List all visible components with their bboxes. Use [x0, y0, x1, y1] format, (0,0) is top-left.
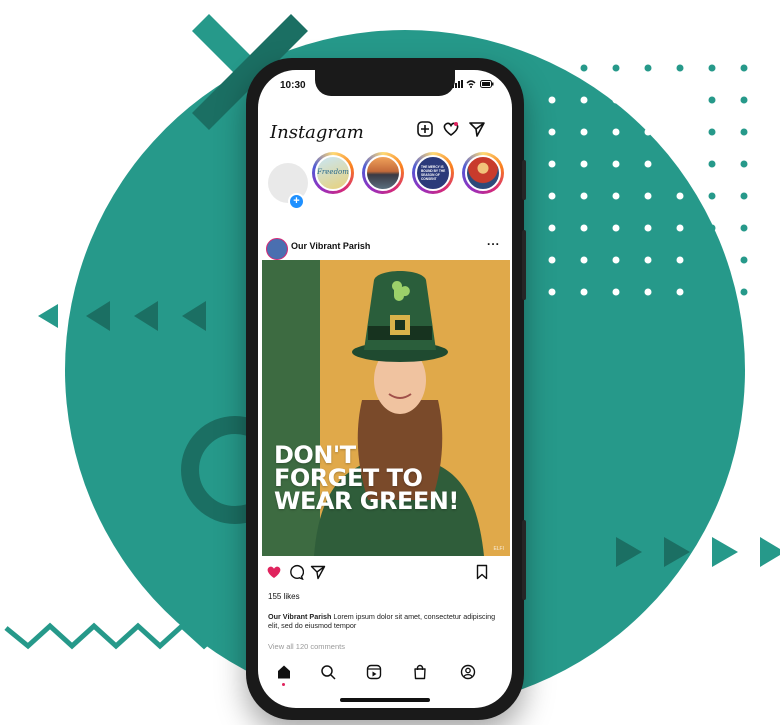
grid-dot	[548, 192, 556, 200]
grid-dot	[548, 96, 556, 104]
grid-dot	[548, 128, 556, 136]
home-active-dot	[282, 683, 285, 686]
grid-dot	[580, 224, 588, 232]
grid-dot	[740, 224, 748, 232]
grid-dot	[708, 160, 716, 168]
story-landscape[interactable]	[362, 152, 404, 194]
reels-icon[interactable]	[366, 664, 382, 680]
grid-dot	[644, 96, 652, 104]
grid-dot	[740, 192, 748, 200]
home-icon[interactable]	[276, 664, 292, 680]
grid-dot	[676, 256, 684, 264]
grid-dot	[548, 288, 556, 296]
heart-icon[interactable]	[442, 120, 460, 138]
story-mercy-text: THE MERCY IS BOUND BY THE SEASON OF CONS…	[421, 165, 446, 181]
grid-dot	[580, 256, 588, 264]
grid-dot	[548, 64, 556, 72]
post-headline: DON'T FORGET TO WEAR GREEN!	[274, 443, 459, 515]
wifi-icon	[466, 80, 476, 88]
post-username[interactable]: Our Vibrant Parish	[291, 241, 370, 251]
grid-dot	[708, 64, 716, 72]
grid-dot	[740, 128, 748, 136]
likes-count[interactable]: 155 likes	[268, 592, 300, 601]
battery-icon	[480, 80, 494, 88]
view-comments-link[interactable]: View all 120 comments	[268, 642, 345, 651]
phone-volume-up	[522, 230, 526, 300]
grid-dot	[708, 192, 716, 200]
status-time: 10:30	[280, 80, 306, 91]
signal-icon	[451, 80, 463, 88]
status-icons	[451, 80, 494, 90]
comment-icon[interactable]	[288, 564, 304, 580]
grid-dot	[644, 256, 652, 264]
grid-dot	[676, 96, 684, 104]
grid-dot	[644, 224, 652, 232]
grid-dot	[676, 192, 684, 200]
share-icon[interactable]	[310, 564, 326, 580]
grid-dot	[740, 96, 748, 104]
grid-dot	[580, 160, 588, 168]
grid-dot	[644, 192, 652, 200]
phone-screen: 10:30 Instagram + Freedom THE MERCY IS B…	[258, 70, 512, 708]
grid-dot	[708, 288, 716, 296]
grid-dot	[612, 256, 620, 264]
headline-line-3: WEAR GREEN!	[274, 487, 459, 515]
grid-dot	[644, 128, 652, 136]
grid-dot	[676, 224, 684, 232]
grid-dot	[612, 128, 620, 136]
grid-dot	[740, 64, 748, 72]
grid-dot	[708, 256, 716, 264]
grid-dot	[580, 288, 588, 296]
grid-dot	[580, 64, 588, 72]
instagram-logo[interactable]: Instagram	[270, 122, 364, 143]
caption-username[interactable]: Our Vibrant Parish	[268, 612, 331, 621]
post-avatar[interactable]	[266, 238, 288, 260]
grid-dot	[676, 160, 684, 168]
grid-dot	[580, 192, 588, 200]
grid-dot	[548, 256, 556, 264]
image-watermark: ELFI	[493, 546, 504, 552]
profile-icon[interactable]	[460, 664, 476, 680]
post-image[interactable]: DON'T FORGET TO WEAR GREEN! ELFI	[262, 260, 510, 556]
like-heart-icon[interactable]	[266, 564, 282, 580]
grid-dot	[612, 224, 620, 232]
post-caption: Our Vibrant Parish Lorem ipsum dolor sit…	[268, 612, 500, 630]
grid-dot	[548, 160, 556, 168]
story-saint[interactable]	[462, 152, 504, 194]
grid-dot	[676, 128, 684, 136]
grid-dot	[612, 288, 620, 296]
grid-dot	[708, 224, 716, 232]
story-freedom-text: Freedom	[317, 168, 349, 176]
phone-volume-down	[522, 520, 526, 600]
grid-dot	[644, 160, 652, 168]
grid-dot	[644, 64, 652, 72]
grid-dot	[612, 160, 620, 168]
story-mercy[interactable]: THE MERCY IS BOUND BY THE SEASON OF CONS…	[412, 152, 454, 194]
phone-side-button	[522, 160, 526, 200]
grid-dot	[612, 192, 620, 200]
grid-dot	[548, 224, 556, 232]
grid-dot	[612, 64, 620, 72]
direct-message-icon[interactable]	[468, 120, 486, 138]
shop-icon[interactable]	[412, 664, 428, 680]
grid-dot	[644, 288, 652, 296]
grid-dot	[580, 96, 588, 104]
more-options-icon[interactable]: ...	[487, 234, 500, 248]
grid-dot	[676, 288, 684, 296]
search-icon[interactable]	[320, 664, 336, 680]
add-post-icon[interactable]	[416, 120, 434, 138]
grid-dot	[612, 96, 620, 104]
story-freedom[interactable]: Freedom	[312, 152, 354, 194]
home-indicator	[340, 698, 430, 702]
grid-dot	[740, 256, 748, 264]
grid-dot	[676, 64, 684, 72]
grid-dot	[708, 128, 716, 136]
grid-dot	[708, 96, 716, 104]
grid-dot	[580, 128, 588, 136]
notch	[315, 70, 455, 96]
grid-dot	[740, 288, 748, 296]
add-story-icon[interactable]: +	[288, 193, 305, 210]
grid-dot	[740, 160, 748, 168]
save-bookmark-icon[interactable]	[474, 564, 490, 580]
